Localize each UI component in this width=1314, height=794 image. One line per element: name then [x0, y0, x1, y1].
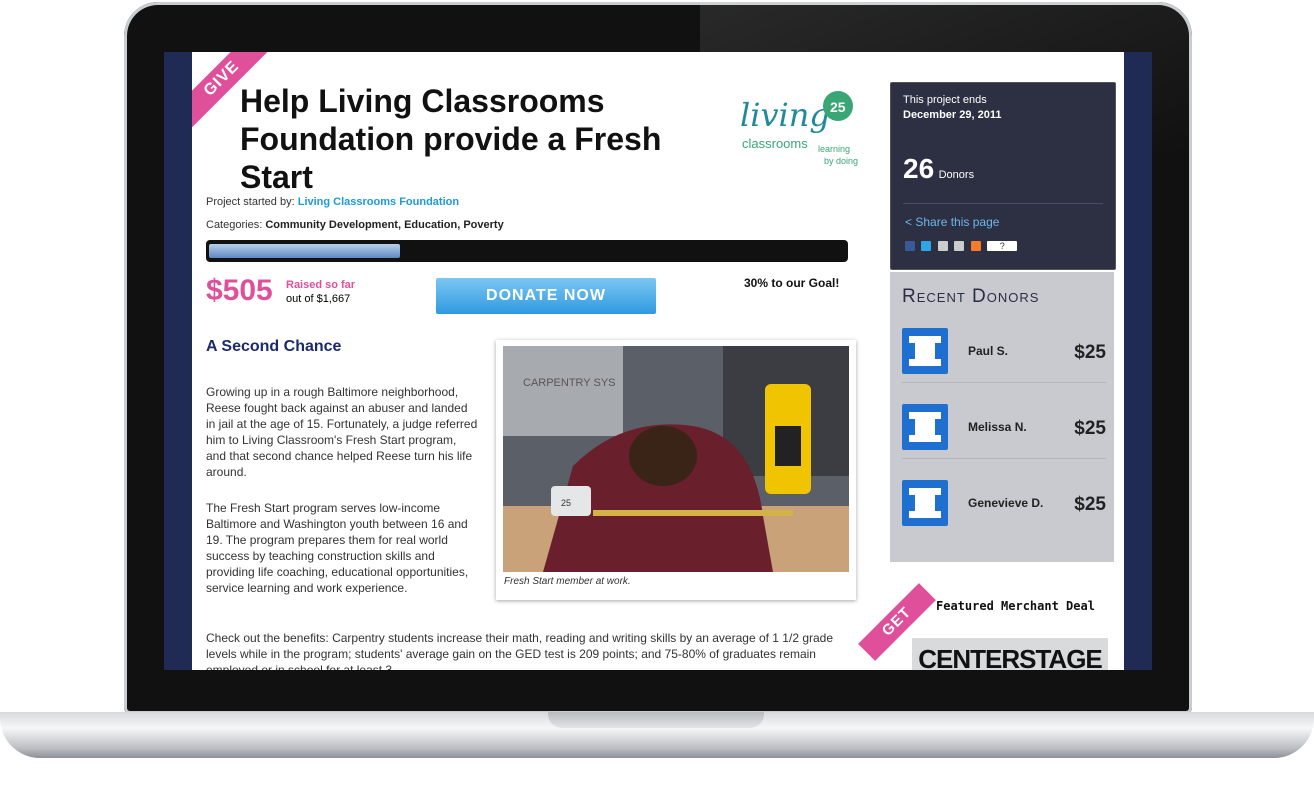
logo-word: living — [740, 96, 830, 134]
tape-label: 25 — [561, 498, 571, 508]
project-status-card: This project ends December 29, 2011 26 D… — [890, 82, 1116, 270]
project-starter: Project started by: Living Classrooms Fo… — [206, 196, 459, 208]
ends-date: December 29, 2011 — [903, 109, 1002, 121]
goal-amount: out of $1,667 — [286, 293, 351, 305]
laptop-screen: GIVE Help Living Classrooms Foundation p… — [164, 52, 1152, 670]
social-buttons: ? — [905, 237, 1065, 251]
logo-badge-number: 25 — [830, 99, 846, 115]
progress-bar — [206, 240, 848, 262]
categories-label: Categories: — [206, 219, 263, 231]
share-page-link[interactable]: < Share this page — [905, 215, 999, 229]
donor-name: Paul S. — [968, 344, 1009, 358]
facebook-icon[interactable] — [905, 240, 915, 251]
recent-donors-panel: Recent Donors Paul S. $25 Melissa N. $25… — [890, 272, 1114, 562]
recent-donors-title: Recent Donors — [902, 286, 1040, 307]
laptop-notch — [548, 712, 764, 728]
goal-percent: 30% to our Goal! — [744, 276, 840, 290]
donor-amount: $25 — [1074, 342, 1106, 363]
starter-link[interactable]: Living Classrooms Foundation — [298, 196, 459, 208]
donor-row: Paul S. $25 — [902, 322, 1106, 383]
story-paragraph-2: The Fresh Start program serves low-incom… — [206, 501, 469, 595]
logo-tagline-1: learning — [818, 144, 850, 154]
raised-amount: $505 — [206, 274, 273, 307]
donor-name: Melissa N. — [968, 420, 1027, 434]
donor-amount: $25 — [1074, 494, 1106, 515]
living-classrooms-logo: living 25 classrooms learning by doing — [738, 82, 858, 174]
story-photo: CARPENTRY SYS 25 Fresh Start member at w… — [496, 340, 856, 600]
logo-tagline-2: by doing — [824, 156, 858, 166]
project-categories: Categories: Community Development, Educa… — [206, 219, 504, 231]
donor-count: 26 Donors — [903, 153, 974, 185]
logo-sub: classrooms — [742, 136, 808, 151]
card-divider — [903, 203, 1103, 204]
addthis-icon[interactable] — [970, 240, 981, 251]
photo-sign-text: CARPENTRY SYS — [523, 377, 616, 389]
deal-title: Featured Merchant Deal — [936, 599, 1095, 613]
progress-fill — [209, 244, 400, 258]
raised-label: Raised so far — [286, 279, 356, 291]
donor-name: Genevieve D. — [968, 496, 1044, 510]
ends-prefix: This project ends — [903, 94, 987, 106]
share-label: Share this page — [915, 215, 1000, 229]
categories-value: Community Development, Education, Povert… — [265, 219, 504, 231]
donor-count-label: Donors — [938, 169, 975, 181]
donor-amount: $25 — [1074, 418, 1106, 439]
started-by-label: Project started by: — [206, 196, 295, 208]
share-icon: < — [905, 215, 913, 229]
project-end-date: This project ends December 29, 2011 — [903, 93, 1013, 123]
project-page: GIVE Help Living Classrooms Foundation p… — [192, 52, 1124, 670]
photo-image: CARPENTRY SYS 25 — [503, 346, 849, 572]
featured-deal: GET Featured Merchant Deal CENTERSTAGE — [858, 583, 1124, 670]
donor-count-number: 26 — [903, 153, 935, 184]
story-paragraph-1: Growing up in a rough Baltimore neighbor… — [206, 385, 478, 479]
donor-row: Genevieve D. $25 — [902, 474, 1106, 534]
donor-row: Melissa N. $25 — [902, 398, 1106, 459]
photo-caption: Fresh Start member at work. — [504, 576, 631, 587]
email-icon[interactable] — [937, 240, 948, 251]
page-title: Help Living Classrooms Foundation provid… — [240, 83, 662, 195]
twitter-icon[interactable] — [921, 240, 932, 251]
donor-avatar — [902, 328, 948, 374]
story-paragraph-3: Check out the benefits: Carpentry studen… — [206, 631, 834, 670]
raised-info: Raised so far out of $1,667 — [286, 278, 355, 306]
donor-avatar — [902, 404, 948, 450]
help-icon[interactable]: ? — [987, 240, 1018, 251]
donate-now-button[interactable]: DONATE NOW — [436, 278, 656, 314]
story-heading: A Second Chance — [206, 338, 342, 355]
print-icon[interactable] — [954, 240, 965, 251]
merchant-banner[interactable]: CENTERSTAGE — [912, 638, 1108, 670]
donor-avatar — [902, 480, 948, 526]
